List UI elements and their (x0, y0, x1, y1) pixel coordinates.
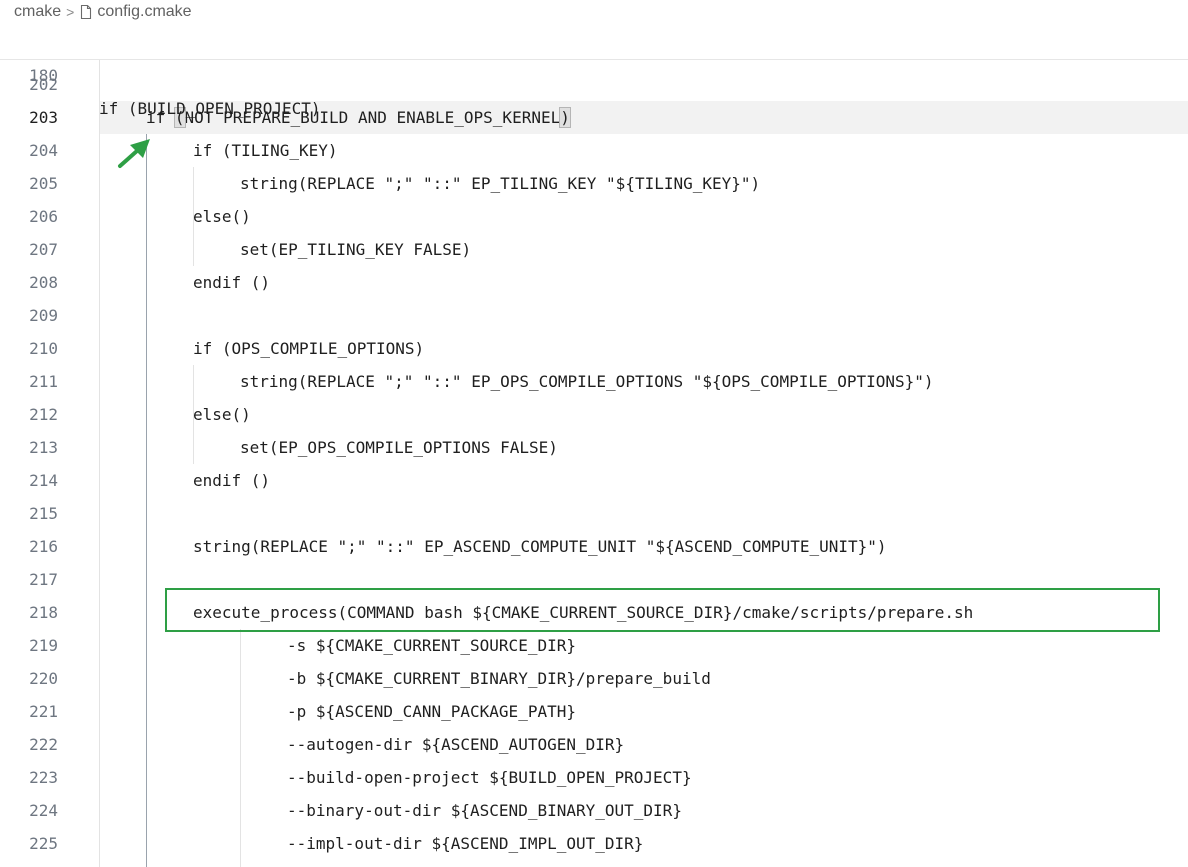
line-number: 206 (29, 207, 58, 226)
line-number: 217 (29, 570, 58, 589)
code-line-221[interactable]: 221 -p ${ASCEND_CANN_PACKAGE_PATH} (0, 695, 1188, 728)
line-text: endif () (193, 471, 271, 490)
code-line-217[interactable]: 217 (0, 563, 1188, 596)
line-text: set(EP_OPS_COMPILE_OPTIONS FALSE) (240, 438, 558, 457)
line-number: 216 (29, 537, 58, 556)
line-text: endif () (193, 273, 271, 292)
line-text: if (OPS_COMPILE_OPTIONS) (193, 339, 425, 358)
line-text: -s ${CMAKE_CURRENT_SOURCE_DIR} (287, 636, 576, 655)
code-line-206[interactable]: 206 else() (0, 200, 1188, 233)
code-line-210[interactable]: 210 if (OPS_COMPILE_OPTIONS) (0, 332, 1188, 365)
line-number: 215 (29, 504, 58, 523)
code-line-219[interactable]: 219 -s ${CMAKE_CURRENT_SOURCE_DIR} (0, 629, 1188, 662)
line-number: 224 (29, 801, 58, 820)
line-text: --build-open-project ${BUILD_OPEN_PROJEC… (287, 768, 692, 787)
line-text: else() (193, 207, 251, 226)
code-line-223[interactable]: 223 --build-open-project ${BUILD_OPEN_PRO… (0, 761, 1188, 794)
line-number: 218 (29, 603, 58, 622)
code-line-218[interactable]: 218 execute_process(COMMAND bash ${CMAKE_… (0, 596, 1188, 629)
line-text: --binary-out-dir ${ASCEND_BINARY_OUT_DIR… (287, 801, 682, 820)
annotation-arrow-icon (118, 139, 150, 168)
code-line-215[interactable]: 215 (0, 497, 1188, 530)
code-line-204[interactable]: 204 if (TILING_KEY) (0, 134, 1188, 167)
indent-guide (193, 365, 194, 464)
line-number: 221 (29, 702, 58, 721)
line-number: 222 (29, 735, 58, 754)
code-line-205[interactable]: 205 string(REPLACE ";" "::" EP_TILING_KEY… (0, 167, 1188, 200)
line-number: 205 (29, 174, 58, 193)
bracket-match-close: ) (559, 107, 571, 128)
line-number: 212 (29, 405, 58, 424)
line-number: 214 (29, 471, 58, 490)
indent-guide (99, 59, 100, 867)
code-line-211[interactable]: 211 string(REPLACE ";" "::" EP_OPS_COMPIL… (0, 365, 1188, 398)
code-line-208[interactable]: 208 endif () (0, 266, 1188, 299)
line-text: string(REPLACE ";" "::" EP_OPS_COMPILE_O… (240, 372, 934, 391)
code-line-207[interactable]: 207 set(EP_TILING_KEY FALSE) (0, 233, 1188, 266)
code-line-209[interactable]: 209 (0, 299, 1188, 332)
line-number: 223 (29, 768, 58, 787)
indent-guide (240, 629, 241, 867)
code-line-224[interactable]: 224 --binary-out-dir ${ASCEND_BINARY_OUT_… (0, 794, 1188, 827)
line-number: 219 (29, 636, 58, 655)
sticky-line[interactable]: 180 if (BUILD_OPEN_PROJECT) (0, 26, 1188, 118)
line-text: string(REPLACE ";" "::" EP_ASCEND_COMPUT… (193, 537, 887, 556)
code-line-220[interactable]: 220 -b ${CMAKE_CURRENT_BINARY_DIR}/prepar… (0, 662, 1188, 695)
line-text: else() (193, 405, 251, 424)
line-number: 211 (29, 372, 58, 391)
code-line-214[interactable]: 214 endif () (0, 464, 1188, 497)
code-line-212[interactable]: 212 else() (0, 398, 1188, 431)
code-line-222[interactable]: 222 --autogen-dir ${ASCEND_AUTOGEN_DIR} (0, 728, 1188, 761)
line-text: set(EP_TILING_KEY FALSE) (240, 240, 472, 259)
sticky-line-text: if (BUILD_OPEN_PROJECT) (99, 99, 321, 118)
line-text: -p ${ASCEND_CANN_PACKAGE_PATH} (287, 702, 576, 721)
line-number: 225 (29, 834, 58, 853)
line-number: 209 (29, 306, 58, 325)
code-line-213[interactable]: 213 set(EP_OPS_COMPILE_OPTIONS FALSE) (0, 431, 1188, 464)
line-text: --autogen-dir ${ASCEND_AUTOGEN_DIR} (287, 735, 625, 754)
line-number: 213 (29, 438, 58, 457)
line-number: 210 (29, 339, 58, 358)
sticky-line-number: 180 (29, 66, 58, 85)
line-number: 207 (29, 240, 58, 259)
line-text: -b ${CMAKE_CURRENT_BINARY_DIR}/prepare_b… (287, 669, 711, 688)
code-line-225[interactable]: 225 --impl-out-dir ${ASCEND_IMPL_OUT_DIR} (0, 827, 1188, 860)
line-text: execute_process(COMMAND bash ${CMAKE_CUR… (193, 603, 974, 622)
line-number: 220 (29, 669, 58, 688)
line-number: 208 (29, 273, 58, 292)
editor-code-area[interactable]: 202 203 if (NOT PREPARE_BUILD AND ENABLE_O… (0, 0, 1188, 867)
line-text: string(REPLACE ";" "::" EP_TILING_KEY "$… (240, 174, 761, 193)
code-line-216[interactable]: 216 string(REPLACE ";" "::" EP_ASCEND_COM… (0, 530, 1188, 563)
indent-guide (146, 134, 147, 867)
indent-guide (193, 167, 194, 266)
line-text: if (TILING_KEY) (193, 141, 338, 160)
line-text: --impl-out-dir ${ASCEND_IMPL_OUT_DIR} (287, 834, 644, 853)
sticky-scroll-header[interactable]: 180 if (BUILD_OPEN_PROJECT) (0, 26, 1188, 118)
